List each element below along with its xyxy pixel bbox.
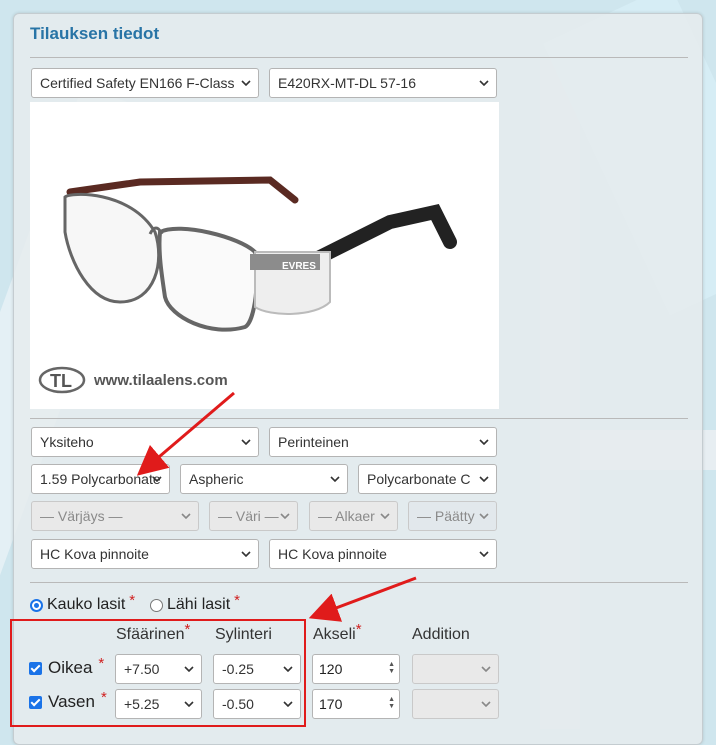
annotation-arrows bbox=[136, 391, 417, 622]
arrow-to-prescription-icon bbox=[308, 576, 417, 622]
arrow-to-material-icon bbox=[136, 391, 235, 476]
